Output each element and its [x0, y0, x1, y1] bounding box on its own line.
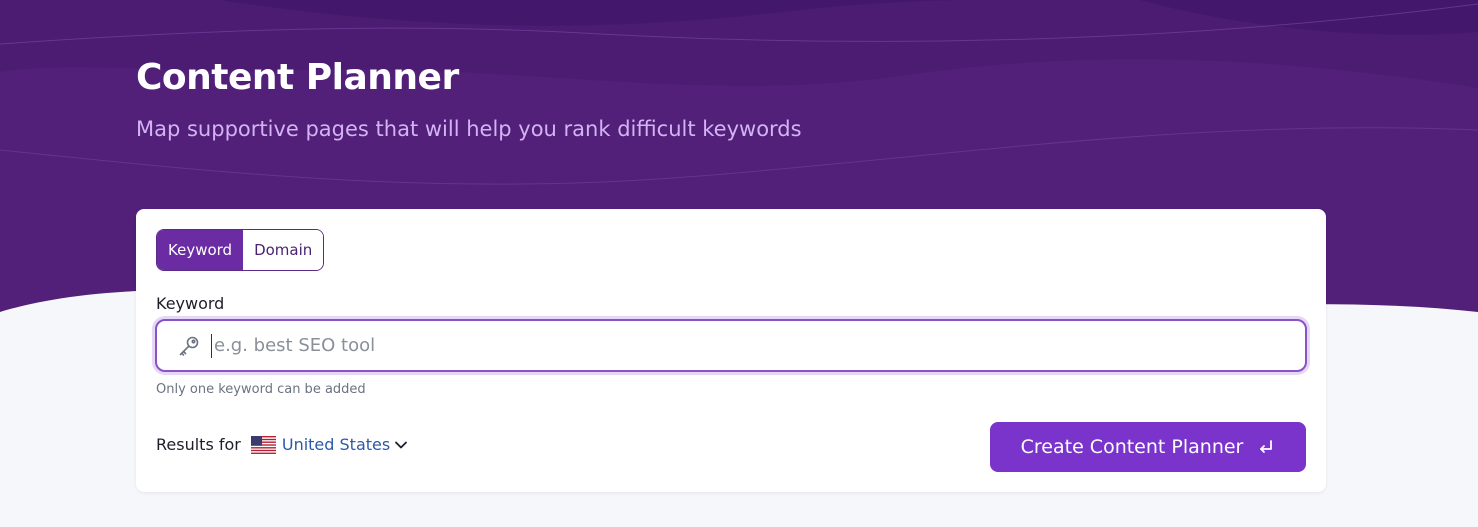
helper-text: Only one keyword can be added: [156, 382, 366, 397]
create-button-label: Create Content Planner: [1020, 436, 1244, 458]
key-icon: [177, 334, 201, 358]
toggle-keyword-button[interactable]: Keyword: [157, 230, 244, 270]
enter-icon: [1260, 440, 1273, 453]
country-name: United States: [281, 435, 391, 454]
mode-toggle: Keyword Domain: [156, 229, 325, 271]
page-title: Content Planner: [136, 57, 459, 98]
keyword-input-wrapper: [155, 319, 1307, 372]
country-selector[interactable]: United States: [282, 435, 408, 454]
page-subtitle: Map supportive pages that will help you …: [136, 117, 802, 141]
chevron-down-icon: [395, 441, 408, 448]
page: Content Planner Map supportive pages tha…: [0, 0, 1478, 527]
hero-header: Content Planner Map supportive pages tha…: [136, 54, 802, 144]
us-flag-icon: [250, 435, 276, 454]
keyword-input[interactable]: [211, 333, 1305, 358]
create-content-planner-button[interactable]: Create Content Planner: [990, 422, 1306, 472]
search-card: Keyword Domain Keyword Only one keyword …: [136, 209, 1326, 492]
toggle-domain-button[interactable]: Domain: [243, 230, 324, 270]
keyword-label: Keyword: [156, 294, 225, 313]
results-for-label: Results for: [156, 435, 241, 454]
results-for-row: Results for United States: [156, 435, 408, 454]
